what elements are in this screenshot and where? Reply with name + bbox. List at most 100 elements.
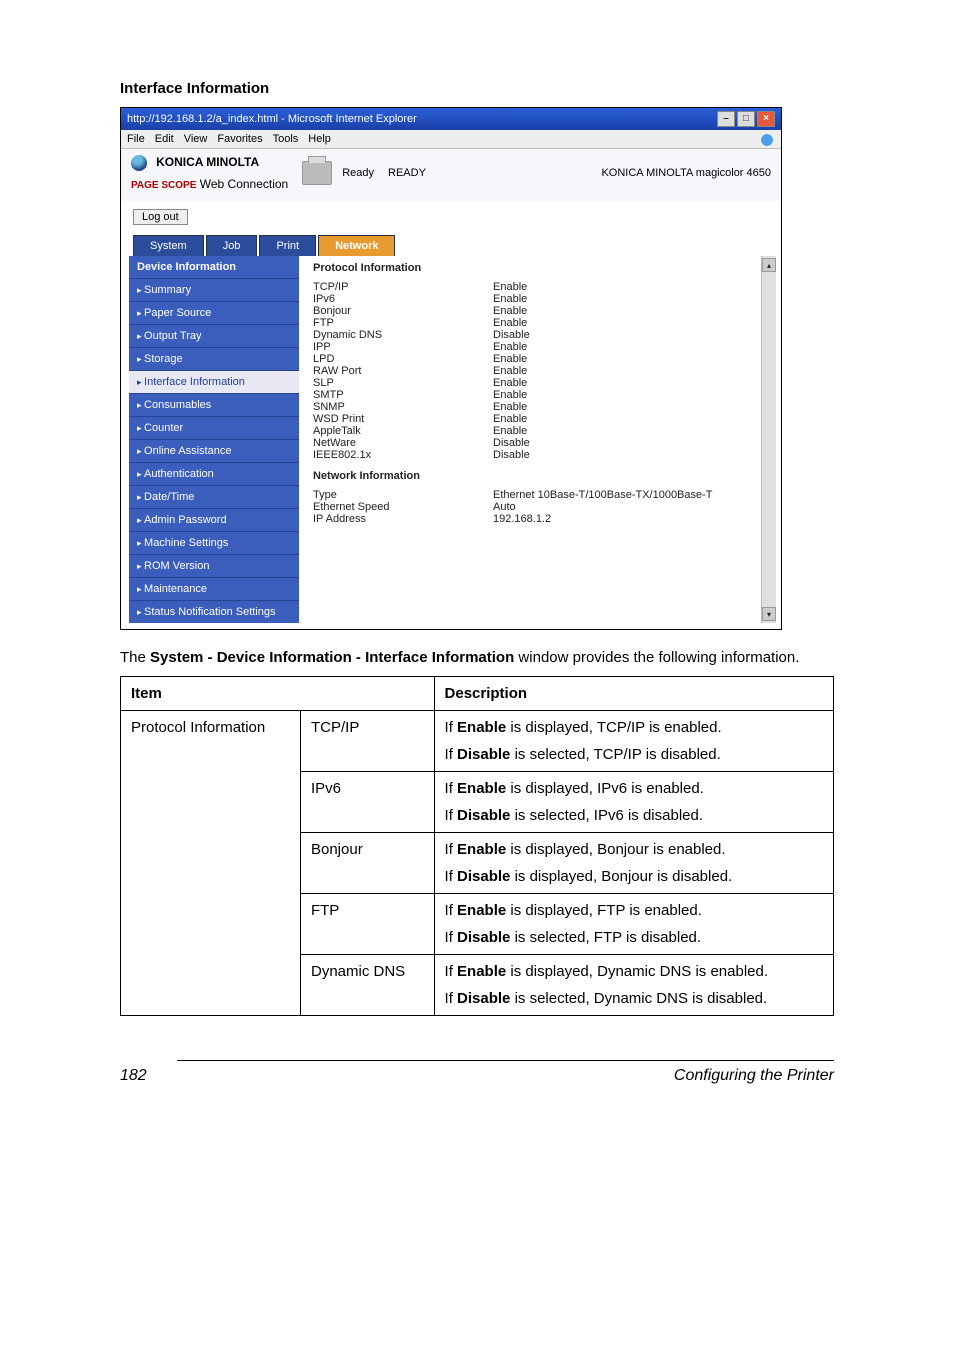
sidebar-item-counter[interactable]: Counter <box>129 416 299 439</box>
protocol-value: Disable <box>493 437 767 449</box>
window-title: http://192.168.1.2/a_index.html - Micros… <box>127 113 417 125</box>
protocol-value: Disable <box>493 449 767 461</box>
tab-job[interactable]: Job <box>206 235 258 256</box>
sidebar-item-rom-version[interactable]: ROM Version <box>129 554 299 577</box>
network-value: 192.168.1.2 <box>493 513 767 525</box>
protocol-value: Disable <box>493 329 767 341</box>
brand-header: KONICA MINOLTA PAGE SCOPE Web Connection… <box>121 149 781 201</box>
maximize-icon[interactable]: □ <box>737 111 755 127</box>
protocol-row: SLPEnable <box>313 377 767 389</box>
row-name-tcpip: TCP/IP <box>300 711 434 772</box>
footer-rule <box>177 1060 834 1061</box>
close-icon[interactable]: × <box>757 111 775 127</box>
sidebar-item-maintenance[interactable]: Maintenance <box>129 577 299 600</box>
protocol-value: Enable <box>493 413 767 425</box>
protocol-row: NetWareDisable <box>313 437 767 449</box>
network-key: IP Address <box>313 513 493 525</box>
row-desc-bonjour: If Enable is displayed, Bonjour is enabl… <box>434 833 833 894</box>
window-titlebar: http://192.168.1.2/a_index.html - Micros… <box>121 108 781 130</box>
tabs: System Job Print Network <box>133 235 769 256</box>
protocol-key: IPP <box>313 341 493 353</box>
scroll-up-icon[interactable]: ▴ <box>762 258 776 272</box>
sidebar-item-machine-settings[interactable]: Machine Settings <box>129 531 299 554</box>
protocol-row: WSD PrintEnable <box>313 413 767 425</box>
scrollbar[interactable]: ▴ ▾ <box>761 256 776 623</box>
row-desc-tcpip: If Enable is displayed, TCP/IP is enable… <box>434 711 833 772</box>
protocol-row: SNMPEnable <box>313 401 767 413</box>
protocol-row: IPPEnable <box>313 341 767 353</box>
protocol-key: SLP <box>313 377 493 389</box>
protocol-row: IEEE802.1xDisable <box>313 449 767 461</box>
protocol-value: Enable <box>493 389 767 401</box>
browser-window: http://192.168.1.2/a_index.html - Micros… <box>120 107 782 630</box>
tab-system[interactable]: System <box>133 235 204 256</box>
protocol-key: LPD <box>313 353 493 365</box>
menu-view[interactable]: View <box>184 133 208 145</box>
sidebar-item-interface-information[interactable]: Interface Information <box>129 370 299 393</box>
protocol-value: Enable <box>493 293 767 305</box>
sidebar-item-admin-password[interactable]: Admin Password <box>129 508 299 531</box>
protocol-key: RAW Port <box>313 365 493 377</box>
protocol-value: Enable <box>493 281 767 293</box>
description-table: Item Description Protocol Information TC… <box>120 676 834 1016</box>
sidebar-item-output-tray[interactable]: Output Tray <box>129 324 299 347</box>
logout-button[interactable]: Log out <box>133 209 188 225</box>
protocol-row: FTPEnable <box>313 317 767 329</box>
protocol-value: Enable <box>493 377 767 389</box>
model-name: KONICA MINOLTA magicolor 4650 <box>601 167 771 179</box>
network-row: TypeEthernet 10Base-T/100Base-TX/1000Bas… <box>313 489 767 501</box>
ready-state: READY <box>388 167 426 179</box>
menu-tools[interactable]: Tools <box>273 133 299 145</box>
row-name-ftp: FTP <box>300 894 434 955</box>
network-value: Auto <box>493 501 767 513</box>
sidebar-item-date-time[interactable]: Date/Time <box>129 485 299 508</box>
globe-icon <box>131 155 147 171</box>
protocol-row: Dynamic DNSDisable <box>313 329 767 341</box>
sidebar-item-status-notification[interactable]: Status Notification Settings <box>129 600 299 623</box>
sidebar-item-paper-source[interactable]: Paper Source <box>129 301 299 324</box>
menu-edit[interactable]: Edit <box>155 133 174 145</box>
row-name-dynamic-dns: Dynamic DNS <box>300 955 434 1016</box>
ready-label: Ready <box>342 167 374 179</box>
protocol-row: IPv6Enable <box>313 293 767 305</box>
protocol-key: TCP/IP <box>313 281 493 293</box>
page-heading: Interface Information <box>120 80 834 97</box>
network-key: Type <box>313 489 493 501</box>
th-description: Description <box>434 677 833 711</box>
row-name-bonjour: Bonjour <box>300 833 434 894</box>
tab-network[interactable]: Network <box>318 235 395 256</box>
row-group-protocol: Protocol Information <box>121 711 301 1016</box>
protocol-key: FTP <box>313 317 493 329</box>
menu-favorites[interactable]: Favorites <box>217 133 262 145</box>
main-pane: Protocol Information TCP/IPEnableIPv6Ena… <box>307 256 773 623</box>
brand-name: KONICA MINOLTA <box>156 155 259 169</box>
sidebar-item-storage[interactable]: Storage <box>129 347 299 370</box>
sidebar-item-authentication[interactable]: Authentication <box>129 462 299 485</box>
protocol-value: Enable <box>493 365 767 377</box>
protocol-key: Dynamic DNS <box>313 329 493 341</box>
menu-bar: File Edit View Favorites Tools Help <box>121 130 781 149</box>
protocol-key: IEEE802.1x <box>313 449 493 461</box>
scroll-down-icon[interactable]: ▾ <box>762 607 776 621</box>
protocol-value: Enable <box>493 401 767 413</box>
th-item: Item <box>121 677 435 711</box>
network-value: Ethernet 10Base-T/100Base-TX/1000Base-T <box>493 489 767 501</box>
protocol-row: LPDEnable <box>313 353 767 365</box>
network-row: Ethernet SpeedAuto <box>313 501 767 513</box>
network-row: IP Address192.168.1.2 <box>313 513 767 525</box>
sidebar-item-summary[interactable]: Summary <box>129 278 299 301</box>
sidebar-item-consumables[interactable]: Consumables <box>129 393 299 416</box>
menu-file[interactable]: File <box>127 133 145 145</box>
footer-title: Configuring the Printer <box>177 1067 834 1085</box>
network-info-title: Network Information <box>313 470 767 482</box>
sidebar-item-online-assistance[interactable]: Online Assistance <box>129 439 299 462</box>
protocol-row: TCP/IPEnable <box>313 281 767 293</box>
intro-text: The System - Device Information - Interf… <box>120 648 834 668</box>
tab-print[interactable]: Print <box>259 235 316 256</box>
sidebar-head: Device Information <box>129 256 299 278</box>
minimize-icon[interactable]: – <box>717 111 735 127</box>
protocol-value: Enable <box>493 341 767 353</box>
protocol-key: Bonjour <box>313 305 493 317</box>
menu-help[interactable]: Help <box>308 133 331 145</box>
protocol-value: Enable <box>493 305 767 317</box>
